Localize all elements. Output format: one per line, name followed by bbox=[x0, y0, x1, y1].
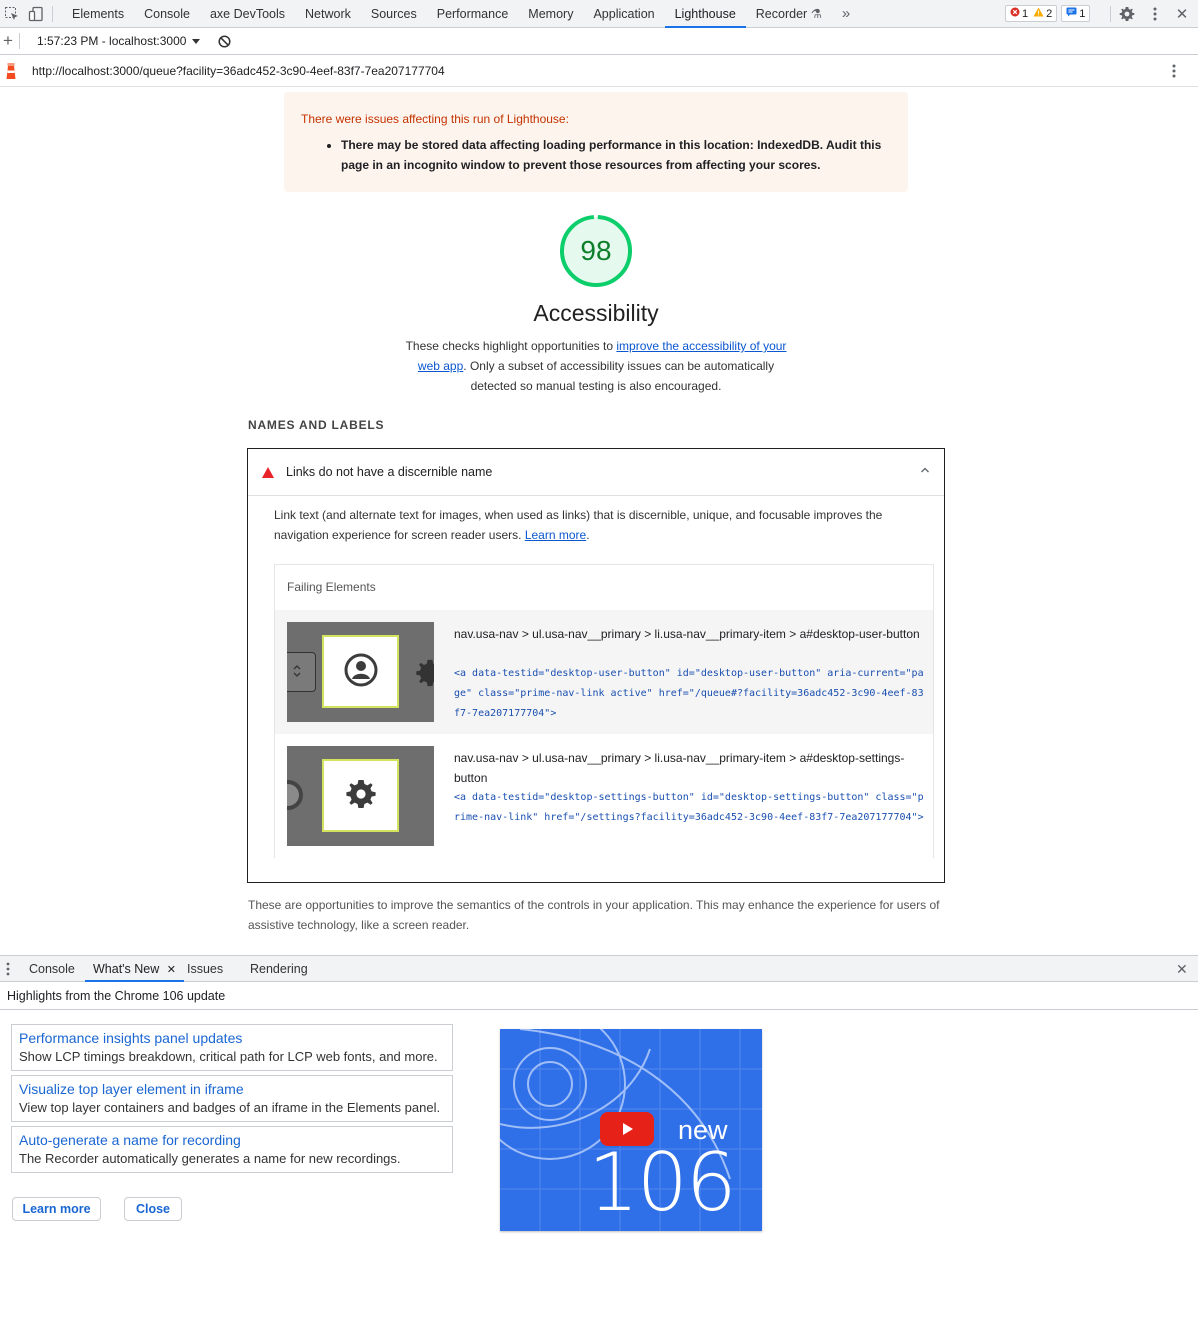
category-title: Accessibility bbox=[533, 300, 659, 326]
run-warnings-heading: There were issues affecting this run of … bbox=[301, 112, 569, 126]
drawer-tab-whats-new[interactable]: What's New ✕ bbox=[85, 956, 184, 982]
element-selector: nav.usa-nav > ul.usa-nav__primary > li.u… bbox=[454, 751, 905, 785]
panel-tabs: Elements Console axe DevTools Network So… bbox=[62, 0, 860, 28]
message-counter[interactable]: 1 bbox=[1061, 5, 1091, 22]
tab-performance[interactable]: Performance bbox=[427, 0, 519, 28]
whats-new-subtitle: Highlights from the Chrome 106 update bbox=[0, 982, 1198, 1010]
news-desc: The Recorder automatically generates a n… bbox=[19, 1151, 401, 1166]
tab-sources[interactable]: Sources bbox=[361, 0, 427, 28]
flask-icon: ⚗ bbox=[810, 7, 822, 21]
drawer-menu-icon[interactable] bbox=[6, 962, 10, 979]
error-count: 1 bbox=[1022, 7, 1029, 20]
tab-lighthouse[interactable]: Lighthouse bbox=[664, 0, 746, 28]
element-snippet[interactable]: <a data-testid="desktop-user-button" id=… bbox=[454, 664, 924, 724]
chevron-updown-icon bbox=[292, 662, 302, 683]
category-description-text-2: . Only a subset of accessibility issues … bbox=[463, 359, 775, 393]
report-select-label: 1:57:23 PM - localhost:3000 bbox=[37, 34, 187, 48]
report-select[interactable]: 1:57:23 PM - localhost:3000 bbox=[37, 34, 201, 48]
more-tabs-button[interactable]: » bbox=[832, 0, 860, 28]
news-title[interactable]: Visualize top layer element in iframe bbox=[19, 1081, 244, 1097]
drawer-tab-issues[interactable]: Issues bbox=[187, 956, 223, 982]
group-title: NAMES AND LABELS bbox=[248, 418, 385, 432]
failing-elements-header: Failing Elements bbox=[287, 580, 376, 594]
inspect-element-icon[interactable] bbox=[2, 4, 22, 24]
news-desc: View top layer containers and badges of … bbox=[19, 1100, 441, 1115]
category-description: These checks highlight opportunities to … bbox=[398, 336, 794, 396]
tab-elements[interactable]: Elements bbox=[62, 0, 134, 28]
element-selector: nav.usa-nav > ul.usa-nav__primary > li.u… bbox=[454, 627, 920, 641]
fail-triangle-icon bbox=[262, 467, 274, 478]
kebab-menu-icon[interactable] bbox=[1145, 4, 1165, 24]
score-value: 98 bbox=[580, 235, 612, 266]
element-screenshot bbox=[287, 746, 434, 846]
drawer-tab-console[interactable]: Console bbox=[29, 956, 75, 982]
gear-icon bbox=[345, 778, 377, 813]
lighthouse-toolbar: + 1:57:23 PM - localhost:3000 bbox=[0, 28, 1198, 55]
report-url-bar: http://localhost:3000/queue?facility=36a… bbox=[0, 55, 1198, 87]
lighthouse-logo-icon bbox=[4, 62, 18, 83]
audit-header[interactable]: Links do not have a discernible name bbox=[248, 449, 944, 496]
message-icon bbox=[1066, 7, 1077, 20]
news-item[interactable]: Performance insights panel updates Show … bbox=[11, 1024, 453, 1071]
run-warnings: There were issues affecting this run of … bbox=[284, 92, 908, 192]
news-title[interactable]: Auto-generate a name for recording bbox=[19, 1132, 241, 1148]
run-warning-item: There may be stored data affecting loadi… bbox=[341, 135, 886, 175]
settings-gear-icon[interactable] bbox=[1117, 4, 1137, 24]
report-menu-icon[interactable] bbox=[1172, 64, 1176, 81]
news-title[interactable]: Performance insights panel updates bbox=[19, 1030, 242, 1046]
news-item[interactable]: Auto-generate a name for recording The R… bbox=[11, 1126, 453, 1173]
element-snippet[interactable]: <a data-testid="desktop-settings-button"… bbox=[454, 788, 924, 828]
group-footer: These are opportunities to improve the s… bbox=[248, 898, 940, 932]
warning-count: 2 bbox=[1046, 7, 1053, 20]
drawer-tab-bar: Console What's New ✕ Issues Rendering ✕ bbox=[0, 955, 1198, 982]
tab-recorder-label: Recorder bbox=[755, 7, 808, 21]
audit-description: Link text (and alternate text for images… bbox=[274, 505, 924, 545]
news-item[interactable]: Visualize top layer element in iframe Vi… bbox=[11, 1075, 453, 1122]
report-url: http://localhost:3000/queue?facility=36a… bbox=[32, 64, 445, 78]
table-row: nav.usa-nav > ul.usa-nav__primary > li.u… bbox=[275, 734, 933, 858]
tab-axe-devtools[interactable]: axe DevTools bbox=[200, 0, 295, 28]
element-screenshot bbox=[287, 622, 434, 722]
warning-icon bbox=[1033, 7, 1044, 20]
tab-memory[interactable]: Memory bbox=[518, 0, 583, 28]
drawer-tab-whats-new-label: What's New bbox=[93, 962, 160, 976]
user-avatar-icon bbox=[344, 653, 378, 690]
chrome-106-video-thumbnail[interactable]: new 106 bbox=[500, 1029, 762, 1231]
close-tab-icon[interactable]: ✕ bbox=[167, 964, 176, 976]
clear-reports-icon[interactable] bbox=[214, 31, 234, 51]
issue-counters[interactable]: 1 2 1 bbox=[1005, 5, 1091, 22]
new-report-plus-icon[interactable]: + bbox=[0, 31, 18, 51]
error-counter[interactable]: 1 2 bbox=[1005, 5, 1058, 22]
close-devtools-icon[interactable]: ✕ bbox=[1172, 4, 1192, 24]
device-toolbar-icon[interactable] bbox=[26, 4, 46, 24]
close-button[interactable]: Close bbox=[124, 1197, 182, 1221]
learn-more-link[interactable]: Learn more bbox=[525, 528, 586, 542]
audit-title: Links do not have a discernible name bbox=[286, 465, 493, 479]
learn-more-button[interactable]: Learn more bbox=[12, 1197, 101, 1221]
tab-console[interactable]: Console bbox=[134, 0, 200, 28]
tab-application[interactable]: Application bbox=[583, 0, 664, 28]
audit-description-end: . bbox=[586, 528, 590, 542]
close-drawer-icon[interactable]: ✕ bbox=[1176, 956, 1188, 982]
category-description-text: These checks highlight opportunities to bbox=[405, 339, 617, 353]
tab-network[interactable]: Network bbox=[295, 0, 361, 28]
chevron-up-icon[interactable] bbox=[919, 464, 931, 479]
news-desc: Show LCP timings breakdown, critical pat… bbox=[19, 1049, 438, 1064]
gear-icon-partial bbox=[415, 658, 434, 691]
error-icon bbox=[1010, 7, 1020, 20]
promo-version-label: 106 bbox=[588, 1136, 737, 1229]
devtools-tab-bar: Elements Console axe DevTools Network So… bbox=[0, 0, 1198, 28]
dropdown-caret-icon bbox=[192, 34, 201, 48]
message-count: 1 bbox=[1079, 7, 1086, 20]
table-row: nav.usa-nav > ul.usa-nav__primary > li.u… bbox=[275, 610, 933, 734]
tab-recorder[interactable]: Recorder ⚗ bbox=[746, 0, 832, 28]
drawer-tab-rendering[interactable]: Rendering bbox=[250, 956, 308, 982]
failing-elements-table: Failing Elements nav.usa-nav > ul.usa-na… bbox=[274, 564, 934, 858]
audit-link-name: Links do not have a discernible name Lin… bbox=[247, 448, 945, 883]
